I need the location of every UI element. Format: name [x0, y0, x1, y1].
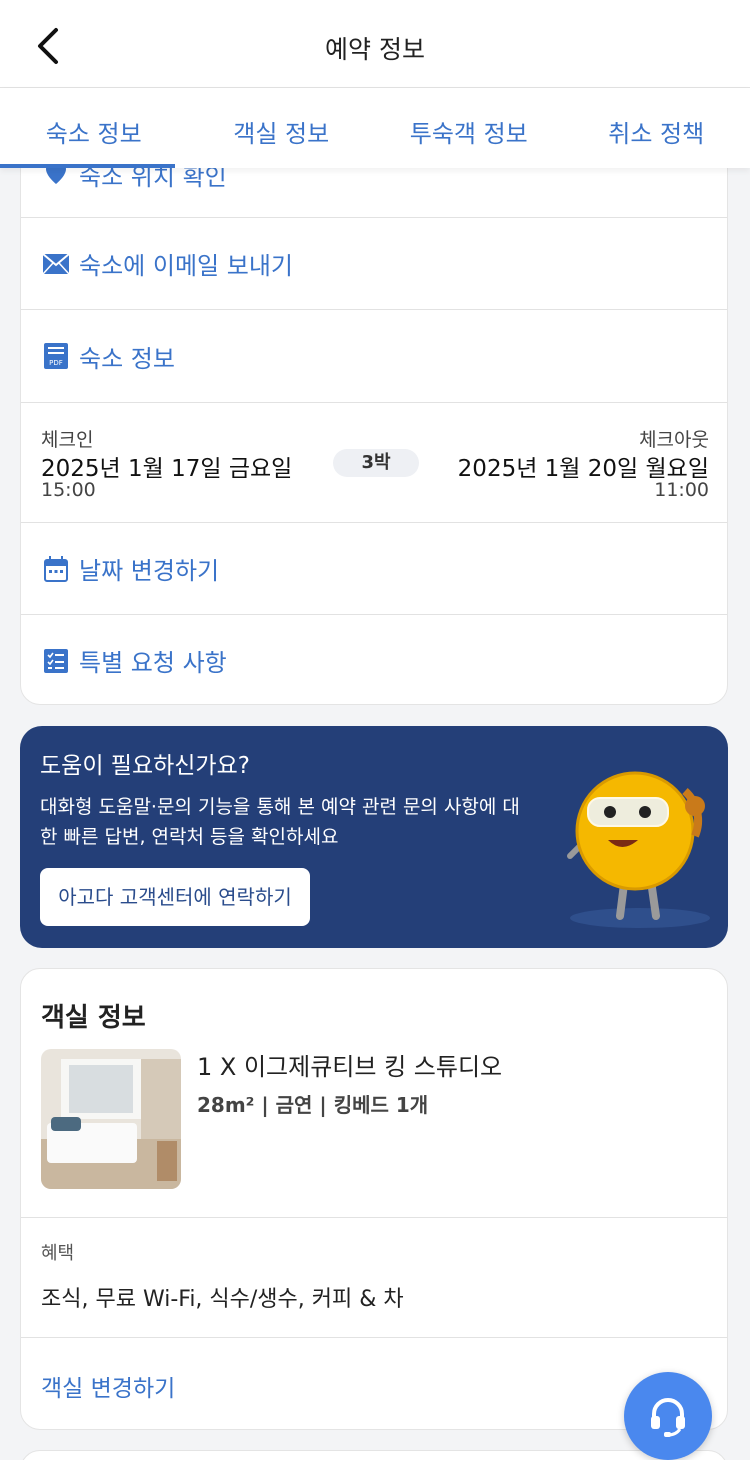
help-title: 도움이 필요하신가요?	[40, 753, 250, 779]
active-tab-indicator	[0, 164, 175, 168]
room-name: 1 X 이그제큐티브 킹 스튜디오	[197, 1053, 503, 1081]
help-description: 대화형 도움말·문의 기능을 통해 본 예약 관련 문의 사항에 대한 빠른 답…	[40, 796, 520, 848]
tab-cancellation-policy[interactable]: 취소 정책	[563, 88, 750, 168]
nights-badge: 3박	[333, 449, 419, 477]
stay-dates: 체크인 2025년 1월 17일 금요일 15:00 3박 체크아웃 2025년…	[21, 402, 727, 522]
email-label: 숙소에 이메일 보내기	[79, 252, 293, 280]
checkout-date: 2025년 1월 20일 월요일	[457, 456, 709, 482]
tab-room-info[interactable]: 객실 정보	[188, 88, 376, 168]
headset-icon	[651, 1398, 685, 1437]
property-card: 숙소 위치 확인 숙소에 이메일 보내기 PDF 숙소 정보 체크인 2025년…	[20, 120, 728, 705]
room-photo[interactable]	[41, 1049, 181, 1189]
pdf-icon: PDF	[41, 341, 71, 371]
room-section-title: 객실 정보	[41, 1003, 146, 1033]
special-requests-label: 특별 요청 사항	[79, 649, 227, 677]
divider	[21, 1217, 727, 1218]
change-dates-row[interactable]: 날짜 변경하기	[21, 522, 727, 614]
change-dates-label: 날짜 변경하기	[79, 557, 220, 585]
checkout-time: 11:00	[654, 479, 709, 501]
mascot-illustration	[567, 771, 710, 928]
benefits-label: 혜택	[41, 1243, 75, 1264]
mail-icon	[41, 249, 71, 279]
benefits-list: 조식, 무료 Wi-Fi, 식수/생수, 커피 & 차	[41, 1287, 404, 1312]
support-chat-button[interactable]	[624, 1372, 712, 1460]
tab-bar: 숙소 정보 객실 정보 투숙객 정보 취소 정책	[0, 88, 750, 168]
page-title: 예약 정보	[325, 35, 425, 64]
tab-property-info[interactable]: 숙소 정보	[0, 88, 188, 168]
checklist-icon	[41, 646, 71, 676]
checkin-date: 2025년 1월 17일 금요일	[41, 456, 293, 482]
svg-text:PDF: PDF	[49, 359, 63, 367]
divider	[21, 1337, 727, 1338]
checkin-time: 15:00	[41, 479, 96, 501]
email-row[interactable]: 숙소에 이메일 보내기	[21, 217, 727, 309]
tab-guest-info[interactable]: 투숙객 정보	[375, 88, 563, 168]
checkout-label: 체크아웃	[639, 429, 709, 451]
change-room-link[interactable]: 객실 변경하기	[41, 1369, 175, 1403]
app-header: 예약 정보	[0, 0, 750, 88]
property-info-row[interactable]: PDF 숙소 정보	[21, 309, 727, 402]
property-info-label: 숙소 정보	[79, 344, 175, 373]
room-card: 객실 정보 1 X 이그제큐티브 킹 스튜디오 28m² | 금연 | 킹베드 …	[20, 968, 728, 1430]
calendar-icon	[41, 554, 71, 584]
checkin-label: 체크인	[41, 429, 94, 451]
room-details: 28m² | 금연 | 킹베드 1개	[197, 1093, 429, 1117]
special-requests-row[interactable]: 특별 요청 사항	[21, 614, 727, 704]
contact-support-button[interactable]: 아고다 고객센터에 연락하기	[40, 868, 310, 926]
next-card	[20, 1450, 728, 1460]
help-banner: 도움이 필요하신가요? 대화형 도움말·문의 기능을 통해 본 예약 관련 문의…	[20, 726, 728, 948]
